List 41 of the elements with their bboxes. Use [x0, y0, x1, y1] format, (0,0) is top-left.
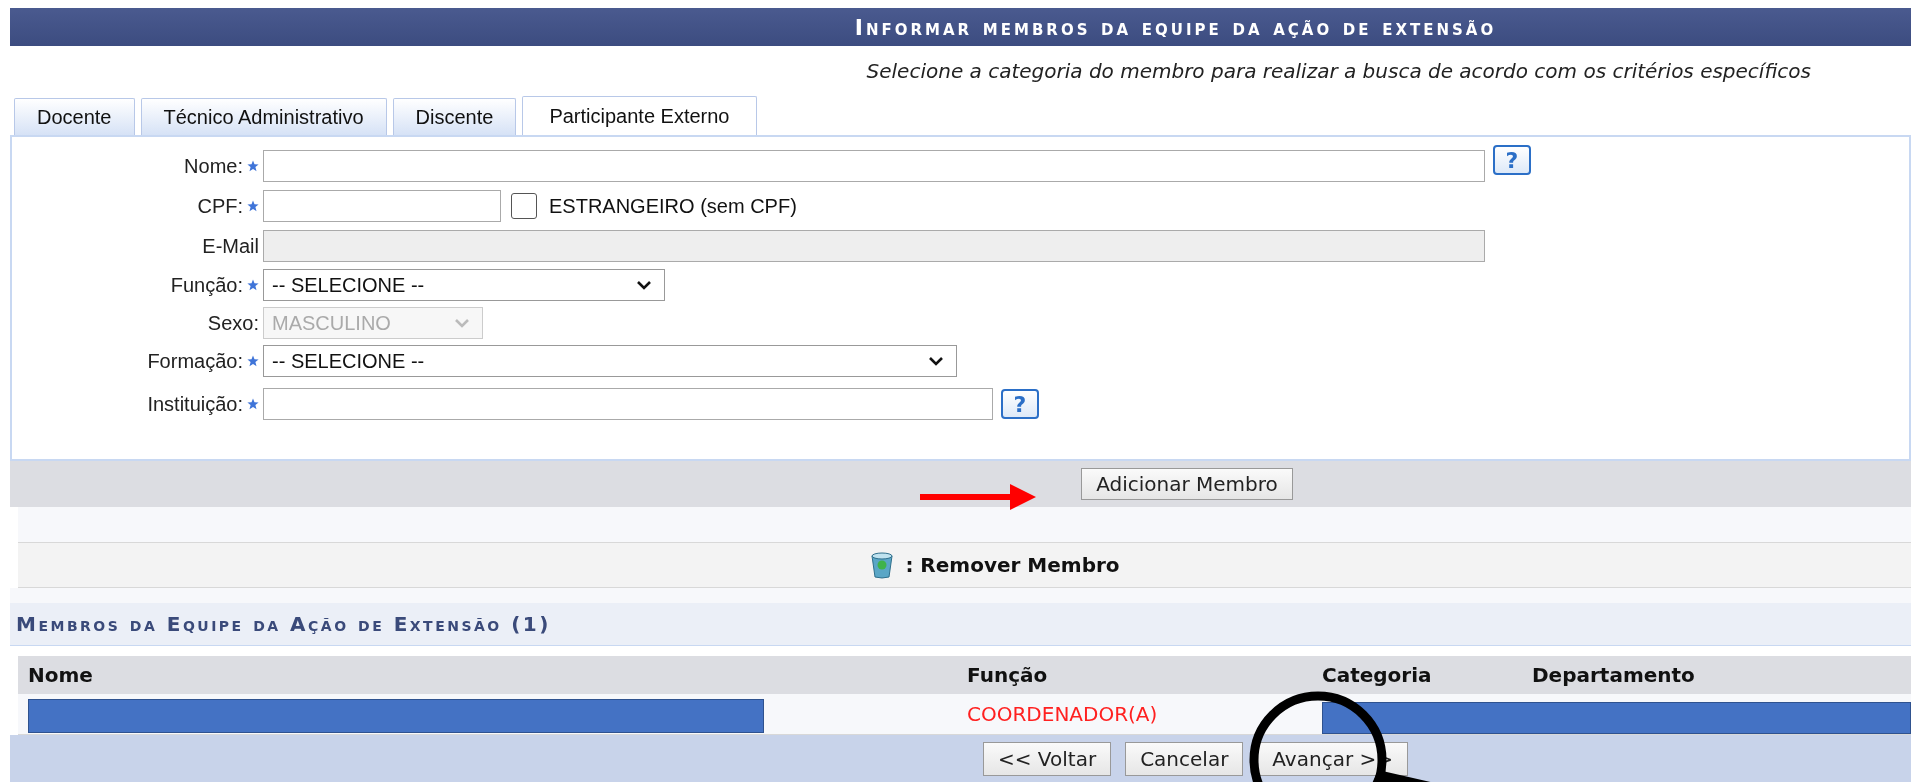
- required-star-icon: [247, 200, 259, 212]
- checkbox[interactable]: [511, 193, 537, 219]
- required-star-icon: [247, 160, 259, 172]
- field-label: Instituição:: [147, 392, 243, 416]
- tab[interactable]: Participante Externo: [522, 96, 757, 135]
- chevron-down-icon: [454, 318, 470, 328]
- dropdown[interactable]: -- SELECIONE --: [263, 345, 957, 377]
- column-header: Função: [967, 663, 1049, 687]
- help-button[interactable]: ?: [1001, 389, 1039, 419]
- field-label: Nome:: [184, 154, 243, 178]
- input-field[interactable]: [263, 150, 1485, 182]
- button[interactable]: << Voltar: [983, 742, 1112, 776]
- input-field[interactable]: [263, 388, 993, 420]
- add-member-button[interactable]: Adicionar Membro: [1081, 468, 1293, 500]
- field-label: Função:: [170, 273, 243, 297]
- required-star-icon: [247, 279, 259, 291]
- column-header: Nome: [27, 663, 94, 687]
- field-label: Formação:: [147, 349, 243, 373]
- legend-text: : Remover Membro: [905, 553, 1120, 577]
- column-header: Departamento: [1532, 663, 1695, 687]
- button[interactable]: Cancelar: [1125, 742, 1244, 776]
- column-header: Categoria: [1322, 663, 1433, 687]
- tab[interactable]: Discente: [392, 98, 517, 135]
- tab[interactable]: Técnico Administrativo: [140, 98, 387, 135]
- input-field[interactable]: [263, 190, 501, 222]
- dropdown[interactable]: -- SELECIONE --: [263, 269, 665, 301]
- field-label: CPF:: [197, 194, 243, 218]
- required-star-icon: [247, 355, 259, 367]
- trash-can-icon: [869, 551, 896, 579]
- help-button[interactable]: ?: [1493, 145, 1531, 175]
- chevron-down-icon: [928, 356, 944, 366]
- field-label: Sexo:: [207, 311, 259, 335]
- chevron-down-icon: [636, 280, 652, 290]
- page-title: Informar membros da equipe da ação de extensão: [854, 14, 1497, 40]
- required-star-icon: [247, 398, 259, 410]
- tab[interactable]: Docente: [14, 98, 135, 135]
- field-label: E-Mail: [202, 234, 259, 258]
- table-cell-text: COORDENADOR(A): [967, 702, 1159, 726]
- section-title: Membros da Equipe da Ação de Extensão (1): [16, 612, 551, 636]
- instruction-text: Selecione a categoria do membro para realizar a busca de acordo com os critérios específicos: [866, 59, 1811, 83]
- checkbox-label: ESTRANGEIRO (sem CPF): [549, 194, 797, 218]
